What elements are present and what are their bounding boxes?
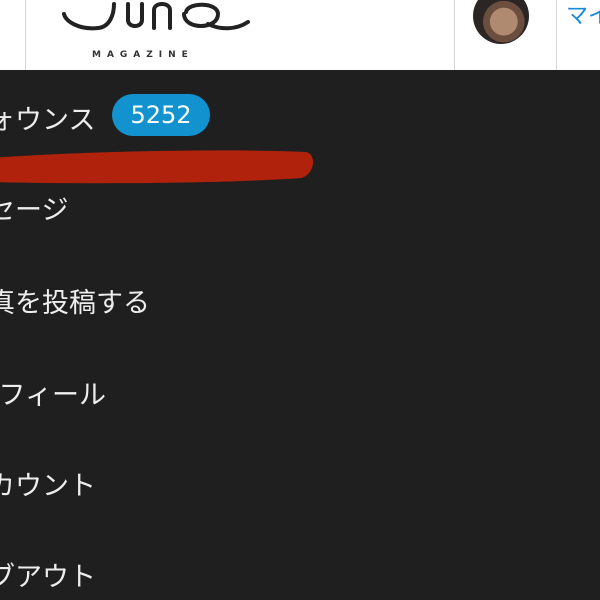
menu-item-logout[interactable]: ブアウト bbox=[0, 555, 96, 594]
menu-item-label: 真を投稿する bbox=[0, 288, 150, 319]
menu-item-label: ブアウト bbox=[0, 562, 96, 593]
menu-item-post-photo[interactable]: 真を投稿する bbox=[0, 281, 150, 320]
menu-item-label: カウント bbox=[0, 471, 96, 502]
menu-item-label: ォウンス bbox=[0, 105, 96, 136]
menu-item-label: ]フィール bbox=[0, 380, 106, 411]
redaction-mark bbox=[0, 150, 313, 184]
menu-item-label: セージ bbox=[0, 195, 69, 226]
header-divider bbox=[556, 0, 557, 70]
notification-count-badge: 5252 bbox=[112, 94, 210, 136]
header-divider bbox=[25, 0, 26, 70]
menu-item-profile[interactable]: ]フィール bbox=[0, 373, 106, 412]
menu-item-announcements[interactable]: ォウンス bbox=[0, 98, 95, 137]
site-header: MAGAZINE マイ bbox=[0, 0, 600, 71]
my-page-link[interactable]: マイ bbox=[566, 0, 600, 30]
menu-item-account[interactable]: カウント bbox=[0, 464, 96, 503]
menu-item-messages[interactable]: セージ bbox=[0, 188, 68, 227]
header-divider bbox=[454, 0, 455, 70]
logo-subtitle: MAGAZINE bbox=[92, 50, 194, 60]
user-avatar[interactable] bbox=[473, 0, 529, 44]
